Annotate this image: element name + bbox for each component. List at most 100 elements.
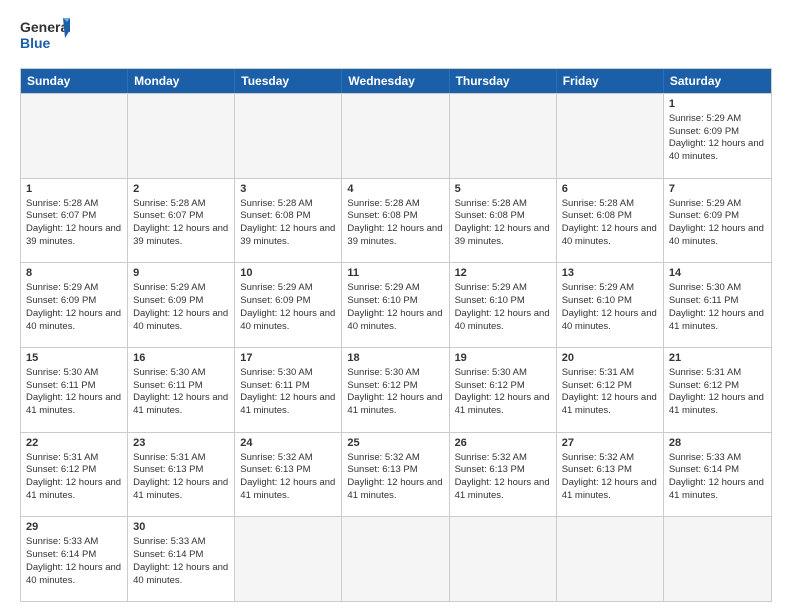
sunset-label: Sunset: 6:12 PM	[347, 380, 417, 391]
calendar-cell	[557, 517, 664, 601]
sunset-label: Sunset: 6:08 PM	[347, 210, 417, 221]
day-number: 1	[26, 182, 122, 197]
sunrise-label: Sunrise: 5:28 AM	[26, 198, 98, 209]
day-header-friday: Friday	[557, 69, 664, 93]
day-number: 12	[455, 266, 551, 281]
calendar-header: SundayMondayTuesdayWednesdayThursdayFrid…	[21, 69, 771, 93]
day-number: 5	[455, 182, 551, 197]
day-number: 21	[669, 351, 766, 366]
day-number: 11	[347, 266, 443, 281]
calendar-cell: 30 Sunrise: 5:33 AM Sunset: 6:14 PM Dayl…	[128, 517, 235, 601]
day-number: 26	[455, 436, 551, 451]
sunrise-label: Sunrise: 5:30 AM	[240, 367, 312, 378]
sunset-label: Sunset: 6:14 PM	[26, 549, 96, 560]
calendar-cell: 17 Sunrise: 5:30 AM Sunset: 6:11 PM Dayl…	[235, 348, 342, 432]
sunset-label: Sunset: 6:11 PM	[669, 295, 739, 306]
calendar-cell: 29 Sunrise: 5:33 AM Sunset: 6:14 PM Dayl…	[21, 517, 128, 601]
sunset-label: Sunset: 6:11 PM	[26, 380, 96, 391]
sunset-label: Sunset: 6:07 PM	[26, 210, 96, 221]
daylight-label: Daylight: 12 hours and 41 minutes.	[455, 392, 550, 416]
calendar-cell	[235, 94, 342, 178]
day-number: 23	[133, 436, 229, 451]
calendar-cell: 27 Sunrise: 5:32 AM Sunset: 6:13 PM Dayl…	[557, 433, 664, 517]
day-header-tuesday: Tuesday	[235, 69, 342, 93]
sunrise-label: Sunrise: 5:30 AM	[669, 282, 741, 293]
sunset-label: Sunset: 6:12 PM	[26, 464, 96, 475]
calendar-cell: 16 Sunrise: 5:30 AM Sunset: 6:11 PM Dayl…	[128, 348, 235, 432]
daylight-label: Daylight: 12 hours and 41 minutes.	[455, 477, 550, 501]
calendar-cell: 1 Sunrise: 5:29 AM Sunset: 6:09 PM Dayli…	[664, 94, 771, 178]
day-number: 2	[133, 182, 229, 197]
sunrise-label: Sunrise: 5:31 AM	[133, 452, 205, 463]
calendar: SundayMondayTuesdayWednesdayThursdayFrid…	[20, 68, 772, 602]
day-header-sunday: Sunday	[21, 69, 128, 93]
calendar-cell: 12 Sunrise: 5:29 AM Sunset: 6:10 PM Dayl…	[450, 263, 557, 347]
calendar-cell	[128, 94, 235, 178]
sunset-label: Sunset: 6:14 PM	[669, 464, 739, 475]
sunrise-label: Sunrise: 5:32 AM	[240, 452, 312, 463]
day-number: 22	[26, 436, 122, 451]
calendar-cell: 11 Sunrise: 5:29 AM Sunset: 6:10 PM Dayl…	[342, 263, 449, 347]
sunset-label: Sunset: 6:08 PM	[455, 210, 525, 221]
sunrise-label: Sunrise: 5:29 AM	[562, 282, 634, 293]
daylight-label: Daylight: 12 hours and 40 minutes.	[669, 223, 764, 247]
daylight-label: Daylight: 12 hours and 39 minutes.	[455, 223, 550, 247]
calendar-cell: 8 Sunrise: 5:29 AM Sunset: 6:09 PM Dayli…	[21, 263, 128, 347]
calendar-cell: 22 Sunrise: 5:31 AM Sunset: 6:12 PM Dayl…	[21, 433, 128, 517]
day-number: 10	[240, 266, 336, 281]
sunset-label: Sunset: 6:13 PM	[562, 464, 632, 475]
sunrise-label: Sunrise: 5:30 AM	[347, 367, 419, 378]
sunrise-label: Sunrise: 5:29 AM	[455, 282, 527, 293]
calendar-cell	[450, 517, 557, 601]
sunrise-label: Sunrise: 5:29 AM	[669, 113, 741, 124]
sunrise-label: Sunrise: 5:28 AM	[347, 198, 419, 209]
sunset-label: Sunset: 6:14 PM	[133, 549, 203, 560]
day-header-wednesday: Wednesday	[342, 69, 449, 93]
day-number: 6	[562, 182, 658, 197]
calendar-cell: 1 Sunrise: 5:28 AM Sunset: 6:07 PM Dayli…	[21, 179, 128, 263]
daylight-label: Daylight: 12 hours and 41 minutes.	[347, 477, 442, 501]
calendar-cell	[21, 94, 128, 178]
calendar-cell: 7 Sunrise: 5:29 AM Sunset: 6:09 PM Dayli…	[664, 179, 771, 263]
day-number: 19	[455, 351, 551, 366]
sunrise-label: Sunrise: 5:31 AM	[26, 452, 98, 463]
daylight-label: Daylight: 12 hours and 40 minutes.	[26, 308, 121, 332]
calendar-cell: 18 Sunrise: 5:30 AM Sunset: 6:12 PM Dayl…	[342, 348, 449, 432]
day-number: 15	[26, 351, 122, 366]
sunrise-label: Sunrise: 5:28 AM	[240, 198, 312, 209]
day-number: 16	[133, 351, 229, 366]
calendar-cell: 23 Sunrise: 5:31 AM Sunset: 6:13 PM Dayl…	[128, 433, 235, 517]
daylight-label: Daylight: 12 hours and 41 minutes.	[669, 477, 764, 501]
sunset-label: Sunset: 6:09 PM	[240, 295, 310, 306]
calendar-cell: 2 Sunrise: 5:28 AM Sunset: 6:07 PM Dayli…	[128, 179, 235, 263]
sunrise-label: Sunrise: 5:33 AM	[669, 452, 741, 463]
calendar-cell	[664, 517, 771, 601]
sunset-label: Sunset: 6:09 PM	[669, 126, 739, 137]
day-number: 20	[562, 351, 658, 366]
daylight-label: Daylight: 12 hours and 41 minutes.	[347, 392, 442, 416]
calendar-cell: 20 Sunrise: 5:31 AM Sunset: 6:12 PM Dayl…	[557, 348, 664, 432]
daylight-label: Daylight: 12 hours and 41 minutes.	[240, 392, 335, 416]
day-number: 25	[347, 436, 443, 451]
sunrise-label: Sunrise: 5:28 AM	[562, 198, 634, 209]
calendar-cell	[450, 94, 557, 178]
sunset-label: Sunset: 6:10 PM	[562, 295, 632, 306]
daylight-label: Daylight: 12 hours and 41 minutes.	[133, 392, 228, 416]
calendar-cell: 26 Sunrise: 5:32 AM Sunset: 6:13 PM Dayl…	[450, 433, 557, 517]
daylight-label: Daylight: 12 hours and 39 minutes.	[133, 223, 228, 247]
sunrise-label: Sunrise: 5:30 AM	[455, 367, 527, 378]
calendar-week-3: 8 Sunrise: 5:29 AM Sunset: 6:09 PM Dayli…	[21, 262, 771, 347]
calendar-page: General Blue SundayMondayTuesdayWednesda…	[0, 0, 792, 612]
sunset-label: Sunset: 6:10 PM	[455, 295, 525, 306]
daylight-label: Daylight: 12 hours and 41 minutes.	[562, 477, 657, 501]
daylight-label: Daylight: 12 hours and 41 minutes.	[26, 477, 121, 501]
daylight-label: Daylight: 12 hours and 40 minutes.	[669, 138, 764, 162]
day-number: 28	[669, 436, 766, 451]
sunrise-label: Sunrise: 5:29 AM	[240, 282, 312, 293]
calendar-cell: 24 Sunrise: 5:32 AM Sunset: 6:13 PM Dayl…	[235, 433, 342, 517]
sunrise-label: Sunrise: 5:30 AM	[133, 367, 205, 378]
day-number: 14	[669, 266, 766, 281]
calendar-cell: 19 Sunrise: 5:30 AM Sunset: 6:12 PM Dayl…	[450, 348, 557, 432]
daylight-label: Daylight: 12 hours and 41 minutes.	[240, 477, 335, 501]
sunrise-label: Sunrise: 5:28 AM	[455, 198, 527, 209]
